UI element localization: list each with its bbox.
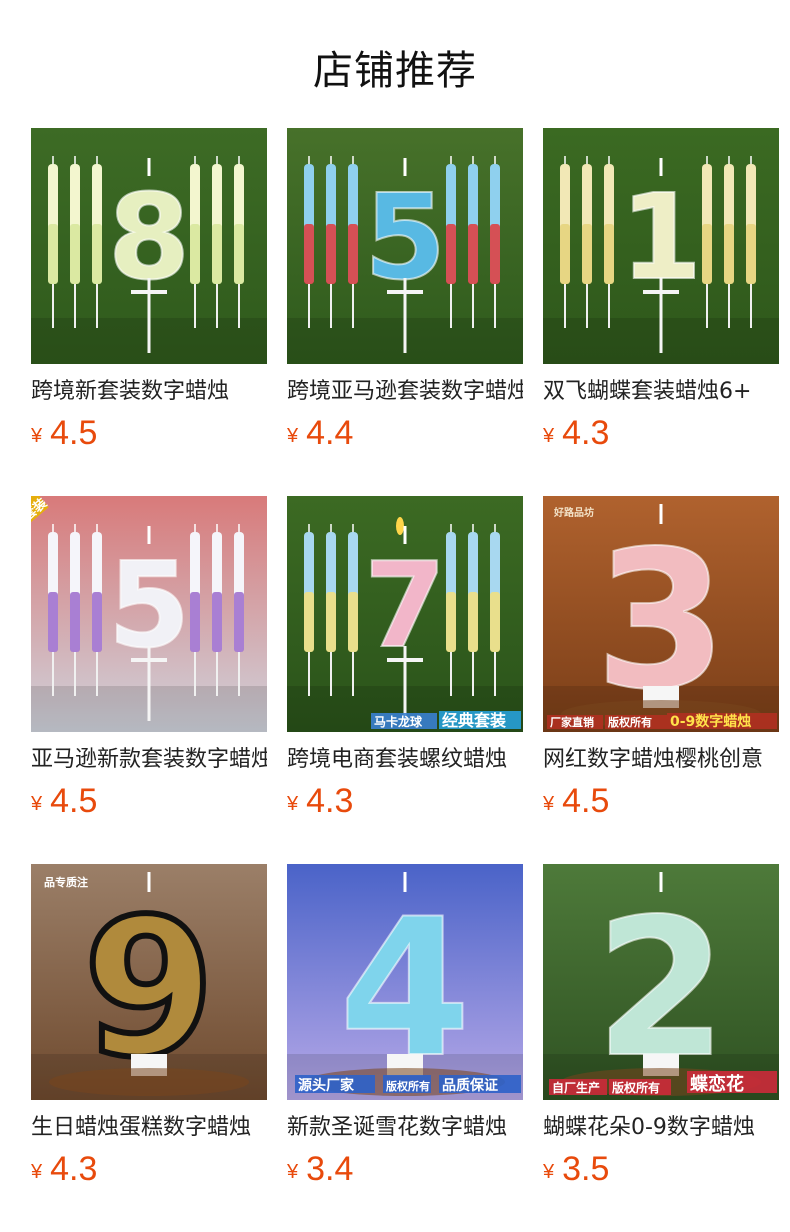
price-amount: 4.5 [50,782,98,820]
product-image[interactable]: 1 [543,128,779,364]
product-price: ¥4.3 [287,782,523,821]
image-overlay-text: 版权所有 [608,715,652,729]
product-image[interactable]: 5 套装 [31,496,267,732]
product-card[interactable]: 8 跨境新套装数字蜡烛 ¥4.5 [31,128,267,496]
product-card[interactable]: 4 源头厂家 版权所有 品质保证 新款圣诞雪花数字蜡烛 ¥3.4 [287,864,523,1232]
product-price: ¥4.3 [543,414,779,453]
image-overlay-text: 版权所有 [386,1079,430,1093]
product-price: ¥4.4 [287,414,523,453]
product-card[interactable]: 5 套装亚马逊新款套装数字蜡烛 ¥4.5 [31,496,267,864]
product-card[interactable]: 3 好路品坊 厂家直销 版权所有 0-9数字蜡烛 网红数字蜡烛樱桃创意 ¥4.5 [543,496,779,864]
product-photo: 9品专质注 [31,864,267,1100]
product-price: ¥4.3 [31,1150,267,1189]
product-name[interactable]: 亚马逊新款套装数字蜡烛 [31,746,267,774]
product-card[interactable]: 5 跨境亚马逊套装数字蜡烛 ¥4.4 [287,128,523,496]
price-amount: 4.3 [562,414,610,452]
product-name[interactable]: 新款圣诞雪花数字蜡烛 [287,1114,523,1142]
currency-symbol: ¥ [543,793,555,815]
price-amount: 4.4 [306,414,354,452]
product-image[interactable]: 5 [287,128,523,364]
price-amount: 3.5 [562,1150,610,1188]
image-overlay-text: 好路品坊 [553,506,594,519]
product-image[interactable]: 9 品专质注 [31,864,267,1100]
product-photo: 8 [31,128,267,364]
product-image[interactable]: 4 源头厂家 版权所有 品质保证 [287,864,523,1100]
price-amount: 4.5 [50,414,98,452]
product-name[interactable]: 跨境新套装数字蜡烛 [31,378,267,406]
price-amount: 3.4 [306,1150,354,1188]
product-card[interactable]: 2 自厂生产 版权所有 蝶恋花 蝴蝶花朵0-9数字蜡烛 ¥3.5 [543,864,779,1232]
product-price: ¥4.5 [31,782,267,821]
image-overlay-text: 经典套装 [442,711,506,730]
product-photo: 2自厂生产 版权所有 蝶恋花 [543,864,779,1100]
currency-symbol: ¥ [31,793,43,815]
product-price: ¥4.5 [31,414,267,453]
product-image[interactable]: 2 自厂生产 版权所有 蝶恋花 [543,864,779,1100]
product-grid: 8 跨境新套装数字蜡烛 ¥4.5 5 跨境亚马逊套装数字蜡烛 ¥4.4 1 双飞蝴蝶套装蜡烛6… [31,128,779,1232]
product-photo: 1 [543,128,779,364]
currency-symbol: ¥ [543,1161,555,1183]
page-title: 店铺推荐 [313,48,477,94]
product-price: ¥4.5 [543,782,779,821]
image-overlay-text: 蝶恋花 [690,1073,744,1095]
image-overlay-text: 品专质注 [44,875,88,889]
price-amount: 4.3 [50,1150,98,1188]
currency-symbol: ¥ [31,1161,43,1183]
product-name[interactable]: 跨境电商套装螺纹蜡烛 [287,746,523,774]
product-name[interactable]: 网红数字蜡烛樱桃创意 [543,746,779,774]
image-overlay-text: 马卡龙球 [374,714,423,729]
currency-symbol: ¥ [287,425,299,447]
product-photo: 5 [287,128,523,364]
product-image[interactable]: 7 马卡龙球 经典套装 [287,496,523,732]
product-image[interactable]: 8 [31,128,267,364]
image-overlay-text: 版权所有 [612,1080,660,1095]
product-photo: 5套装 [31,496,267,732]
price-amount: 4.5 [562,782,610,820]
product-card[interactable]: 9 品专质注生日蜡烛蛋糕数字蜡烛 ¥4.3 [31,864,267,1232]
currency-symbol: ¥ [543,425,555,447]
product-name[interactable]: 双飞蝴蝶套装蜡烛6+ [543,378,779,406]
currency-symbol: ¥ [31,425,43,447]
image-overlay-text: 自厂生产 [552,1080,600,1095]
product-photo: 4源头厂家 版权所有 品质保证 [287,864,523,1100]
image-overlay-text: 源头厂家 [298,1077,355,1094]
currency-symbol: ¥ [287,793,299,815]
image-overlay-text: 0-9数字蜡烛 [670,713,751,730]
product-image[interactable]: 3 好路品坊 厂家直销 版权所有 0-9数字蜡烛 [543,496,779,732]
currency-symbol: ¥ [287,1161,299,1183]
product-photo: 7马卡龙球 经典套装 [287,496,523,732]
product-photo: 3好路品坊厂家直销 版权所有 0-9数字蜡烛 [543,496,779,732]
image-overlay-text: 品质保证 [442,1077,498,1094]
image-overlay-text: 厂家直销 [550,715,594,729]
product-price: ¥3.4 [287,1150,523,1189]
price-amount: 4.3 [306,782,354,820]
product-name[interactable]: 跨境亚马逊套装数字蜡烛 [287,378,523,406]
product-price: ¥3.5 [543,1150,779,1189]
product-card[interactable]: 7 马卡龙球 经典套装 跨境电商套装螺纹蜡烛 ¥4.3 [287,496,523,864]
product-card[interactable]: 1 双飞蝴蝶套装蜡烛6+ ¥4.3 [543,128,779,496]
product-name[interactable]: 生日蜡烛蛋糕数字蜡烛 [31,1114,267,1142]
product-name[interactable]: 蝴蝶花朵0-9数字蜡烛 [543,1114,779,1142]
